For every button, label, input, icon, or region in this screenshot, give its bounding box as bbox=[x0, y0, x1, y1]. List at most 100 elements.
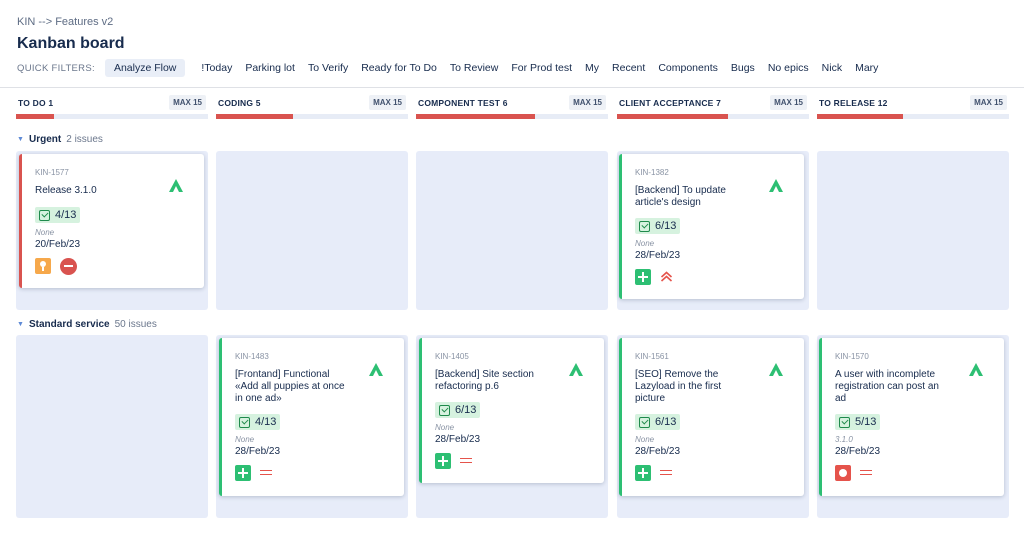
assignee-a-icon[interactable] bbox=[368, 362, 384, 376]
filter-to-review[interactable]: To Review bbox=[450, 62, 498, 74]
medium-priority-icon bbox=[660, 468, 672, 478]
due-date: 20/Feb/23 bbox=[35, 238, 81, 250]
issue-icons bbox=[835, 464, 881, 481]
swimlane-standard-service[interactable]: ▼ Standard service 50 issues bbox=[17, 319, 157, 330]
filter-mary[interactable]: Mary bbox=[855, 62, 878, 74]
fix-version: 3.1.0 bbox=[835, 434, 853, 444]
assignee-a-icon[interactable] bbox=[768, 362, 784, 376]
swimlane-name: Standard service bbox=[29, 319, 110, 330]
issue-card[interactable]: KIN-1483 [Frontand] Functional «Add all … bbox=[219, 338, 404, 496]
chevron-down-icon[interactable]: ▼ bbox=[17, 321, 25, 329]
filter-bugs[interactable]: Bugs bbox=[731, 62, 755, 74]
issue-card[interactable]: KIN-1570 A user with incomplete registra… bbox=[819, 338, 1004, 496]
lane-cell bbox=[416, 151, 608, 310]
filter-no-epics[interactable]: No epics bbox=[768, 62, 809, 74]
issue-meta: 4/13 None 28/Feb/23 bbox=[235, 414, 281, 481]
subtasks-badge: 6/13 bbox=[435, 402, 481, 418]
issue-key[interactable]: KIN-1382 bbox=[635, 168, 669, 177]
due-date: 28/Feb/23 bbox=[235, 445, 281, 457]
filter-recent[interactable]: Recent bbox=[612, 62, 645, 74]
due-date: 28/Feb/23 bbox=[835, 445, 881, 457]
idea-icon bbox=[35, 258, 51, 274]
column-load-fill bbox=[617, 114, 729, 119]
column-header-client-acceptance: CLIENT ACCEPTANCE 7 MAX 15 bbox=[617, 95, 809, 125]
column-header-coding: CODING 5 MAX 15 bbox=[216, 95, 408, 125]
due-date: 28/Feb/23 bbox=[635, 249, 681, 261]
header-divider bbox=[0, 87, 1024, 88]
issue-card[interactable]: KIN-1577 Release 3.1.0 4/13 None 20/Feb/… bbox=[19, 154, 204, 288]
filter-my[interactable]: My bbox=[585, 62, 599, 74]
subtasks-badge: 6/13 bbox=[635, 218, 681, 234]
medium-priority-icon bbox=[860, 468, 872, 478]
subtasks-count: 6/13 bbox=[655, 220, 677, 232]
column-load-bar bbox=[416, 114, 608, 119]
issue-icons bbox=[235, 464, 281, 481]
fix-version: None bbox=[635, 238, 655, 248]
fix-version: None bbox=[35, 227, 55, 237]
column-load-bar bbox=[216, 114, 408, 119]
column-name: CODING 5 bbox=[218, 98, 261, 108]
breadcrumb[interactable]: KIN --> Features v2 bbox=[17, 16, 113, 28]
column-max-badge: MAX 15 bbox=[770, 95, 807, 110]
issue-key[interactable]: KIN-1405 bbox=[435, 352, 469, 361]
assignee-a-icon[interactable] bbox=[568, 362, 584, 376]
issue-card[interactable]: KIN-1561 [SEO] Remove the Lazyload in th… bbox=[619, 338, 804, 496]
issue-icons bbox=[635, 464, 681, 481]
subtasks-badge: 4/13 bbox=[35, 207, 81, 223]
assignee-a-icon[interactable] bbox=[768, 178, 784, 192]
issue-summary: [Backend] To update article's design bbox=[635, 185, 726, 208]
highest-priority-icon bbox=[660, 271, 673, 282]
issue-icons bbox=[35, 257, 86, 275]
issue-summary: [Backend] Site section refactoring p.6 bbox=[435, 369, 534, 392]
filter-analyze-flow[interactable]: Analyze Flow bbox=[104, 59, 186, 77]
issue-meta: 5/13 3.1.0 28/Feb/23 bbox=[835, 414, 881, 481]
subtasks-count: 6/13 bbox=[455, 404, 477, 416]
filter-components[interactable]: Components bbox=[658, 62, 718, 74]
chevron-down-icon[interactable]: ▼ bbox=[17, 136, 25, 144]
issue-card[interactable]: KIN-1405 [Backend] Site section refactor… bbox=[419, 338, 604, 483]
quick-filters-label: QUICK FILTERS: bbox=[17, 62, 95, 74]
issue-key[interactable]: KIN-1561 bbox=[635, 352, 669, 361]
issue-meta: 6/13 None 28/Feb/23 bbox=[635, 414, 681, 481]
issue-key[interactable]: KIN-1570 bbox=[835, 352, 869, 361]
column-header-to-release: TO RELEASE 12 MAX 15 bbox=[817, 95, 1009, 125]
issue-key[interactable]: KIN-1483 bbox=[235, 352, 269, 361]
lane-cell bbox=[817, 151, 1009, 310]
filter-parking-lot[interactable]: Parking lot bbox=[245, 62, 295, 74]
issue-icons bbox=[635, 268, 680, 285]
blocker-icon bbox=[60, 257, 77, 275]
issue-summary: [SEO] Remove the Lazyload in the first p… bbox=[635, 369, 722, 404]
story-icon bbox=[435, 452, 451, 469]
due-date: 28/Feb/23 bbox=[635, 445, 681, 457]
column-load-fill bbox=[817, 114, 904, 119]
medium-priority-icon bbox=[460, 456, 472, 466]
filter-to-verify[interactable]: To Verify bbox=[308, 62, 348, 74]
swimlane-count: 2 issues bbox=[66, 134, 103, 145]
subtasks-count: 6/13 bbox=[655, 416, 677, 428]
story-icon bbox=[635, 464, 651, 481]
filter-today[interactable]: !Today bbox=[201, 62, 232, 74]
swimlane-urgent[interactable]: ▼ Urgent 2 issues bbox=[17, 134, 103, 145]
column-max-badge: MAX 15 bbox=[970, 95, 1007, 110]
column-header-to-do: TO DO 1 MAX 15 bbox=[16, 95, 208, 125]
fix-version: None bbox=[235, 434, 255, 444]
subtasks-count: 5/13 bbox=[855, 416, 877, 428]
filter-ready-for-to-do[interactable]: Ready for To Do bbox=[361, 62, 437, 74]
column-max-badge: MAX 15 bbox=[569, 95, 606, 110]
story-icon bbox=[635, 268, 651, 285]
subtasks-badge: 6/13 bbox=[635, 414, 681, 430]
checkbox-icon bbox=[239, 416, 250, 428]
assignee-a-icon[interactable] bbox=[968, 362, 984, 376]
assignee-a-icon[interactable] bbox=[168, 178, 184, 192]
issue-summary: Release 3.1.0 bbox=[35, 185, 97, 196]
column-load-fill bbox=[416, 114, 536, 119]
issue-meta: 4/13 None 20/Feb/23 bbox=[35, 207, 86, 275]
subtasks-count: 4/13 bbox=[255, 416, 277, 428]
checkbox-icon bbox=[839, 416, 850, 428]
filter-nick[interactable]: Nick bbox=[822, 62, 842, 74]
issue-card[interactable]: KIN-1382 [Backend] To update article's d… bbox=[619, 154, 804, 299]
issue-key[interactable]: KIN-1577 bbox=[35, 168, 69, 177]
filter-for-prod-test[interactable]: For Prod test bbox=[511, 62, 572, 74]
checkbox-icon bbox=[639, 416, 650, 428]
checkbox-icon bbox=[39, 209, 50, 221]
